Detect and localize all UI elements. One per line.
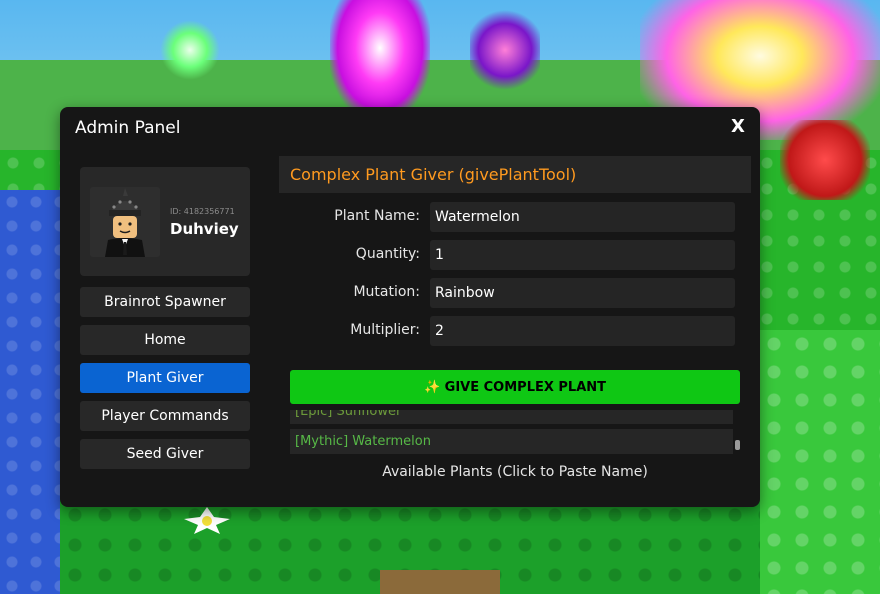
content-header: Complex Plant Giver (givePlantTool)	[279, 156, 751, 193]
profile-card: ID: 4182356771 Duhviey	[80, 167, 250, 276]
nav-brainrot-spawner[interactable]: Brainrot Spawner	[80, 287, 250, 317]
green-glow-effect	[160, 20, 220, 80]
grass-step-blocks	[760, 330, 880, 594]
quantity-input[interactable]: 1	[430, 240, 735, 270]
red-structure	[780, 120, 870, 200]
nav-player-commands[interactable]: Player Commands	[80, 401, 250, 431]
avatar-icon	[90, 187, 160, 257]
username: Duhviey	[170, 220, 239, 238]
plant-list[interactable]: [Epic] Sunflower [Mythic] Watermelon	[290, 410, 740, 454]
purple-glow-effect	[470, 10, 540, 90]
list-item[interactable]: [Epic] Sunflower	[290, 410, 733, 424]
nav-seed-giver[interactable]: Seed Giver	[80, 439, 250, 469]
mutation-label: Mutation:	[353, 284, 420, 300]
avatar	[90, 187, 160, 257]
nav-plant-giver[interactable]: Plant Giver	[80, 363, 250, 393]
close-icon[interactable]: X	[728, 116, 748, 137]
content-title: Complex Plant Giver (givePlantTool)	[290, 165, 577, 184]
plant-list-scrollbar[interactable]	[735, 440, 740, 450]
quantity-label: Quantity:	[355, 246, 420, 262]
plant-name-input[interactable]: Watermelon	[430, 202, 735, 232]
multiplier-input[interactable]: 2	[430, 316, 735, 346]
dirt-patch	[380, 570, 500, 594]
nav-home[interactable]: Home	[80, 325, 250, 355]
pink-glow-effect	[330, 0, 430, 120]
multiplier-label: Multiplier:	[350, 322, 420, 338]
mutation-input[interactable]: Rainbow	[430, 278, 735, 308]
flower-decoration-icon	[184, 507, 230, 534]
user-id: ID: 4182356771	[170, 207, 235, 216]
panel-title: Admin Panel	[75, 118, 181, 138]
admin-panel: Admin Panel X ID: 4182356771 Duhviey Bra…	[60, 107, 760, 507]
plant-name-label: Plant Name:	[334, 208, 420, 224]
list-item[interactable]: [Mythic] Watermelon	[290, 429, 733, 454]
plant-list-caption: Available Plants (Click to Paste Name)	[382, 464, 648, 480]
give-complex-plant-button[interactable]: ✨ GIVE COMPLEX PLANT	[290, 370, 740, 404]
